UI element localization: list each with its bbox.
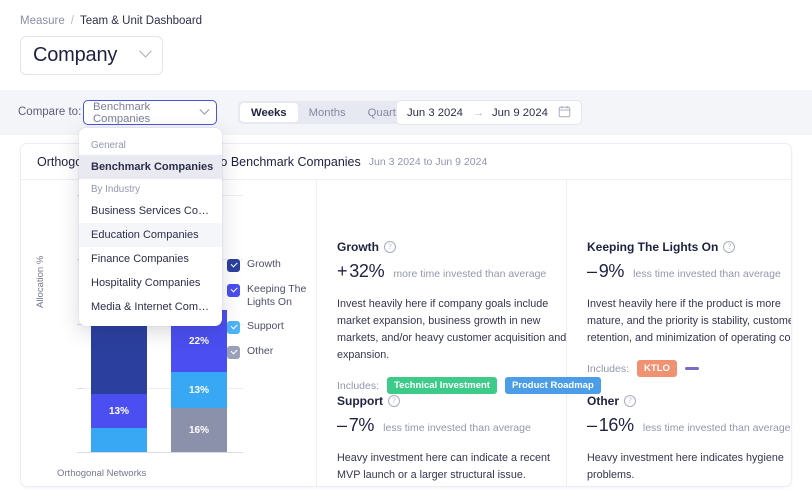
includes-label: Includes: xyxy=(587,362,630,375)
metric-comparison: less time invested than average xyxy=(642,422,791,434)
metric-value: +32% xyxy=(337,261,385,282)
metric-includes: Includes: KTLO xyxy=(587,360,791,377)
scope-select-value: Company xyxy=(33,44,118,66)
dropdown-item-benchmark-companies[interactable]: Benchmark Companies xyxy=(79,155,222,179)
metric-title: Other xyxy=(587,394,620,408)
metric-title-row: Keeping The Lights On ? xyxy=(587,240,791,254)
tag-technical-investment[interactable]: Technical Investment xyxy=(387,377,497,394)
metric-number: 32% xyxy=(349,261,385,281)
metric-description: Invest heavily here if the product is mo… xyxy=(587,298,792,344)
compare-to-dropdown-menu: General Benchmark Companies By Industry … xyxy=(79,128,222,326)
metric-sign: – xyxy=(587,261,597,281)
metric-description: Invest heavily here if company goals inc… xyxy=(337,298,567,361)
tag-truncated-dash[interactable] xyxy=(684,367,699,370)
dropdown-item-hospitality[interactable]: Hospitality Companies xyxy=(79,271,222,295)
metric-growth: Growth ? +32% more time invested than av… xyxy=(337,240,601,394)
metric-value: –9% xyxy=(587,261,624,282)
dashboard-page: Measure / Team & Unit Dashboard Company … xyxy=(0,0,812,503)
dropdown-item-finance[interactable]: Finance Companies xyxy=(79,247,222,271)
date-range-end[interactable]: Jun 9 2024 xyxy=(492,107,548,119)
dropdown-item-business-services[interactable]: Business Services Co… xyxy=(79,199,222,223)
compare-to-select[interactable]: Benchmark Companies xyxy=(83,100,217,125)
metric-title: Keeping The Lights On xyxy=(587,240,719,254)
breadcrumb-separator: / xyxy=(70,15,74,27)
metric-number: 16% xyxy=(598,415,634,435)
metric-sign: – xyxy=(337,415,347,435)
metric-comparison: more time invested than average xyxy=(393,268,547,280)
legend-item-support[interactable]: Support xyxy=(227,320,319,334)
date-range-picker[interactable]: Jun 3 2024 → Jun 9 2024 xyxy=(396,100,582,125)
metric-title-row: Growth ? xyxy=(337,240,601,254)
help-circle-icon[interactable]: ? xyxy=(624,395,637,407)
chart-y-axis-label: Allocation % xyxy=(35,255,46,308)
tag-product-roadmap[interactable]: Product Roadmap xyxy=(504,377,601,394)
metric-title: Support xyxy=(337,394,383,408)
help-circle-icon[interactable]: ? xyxy=(723,241,736,253)
metric-support: Support ? –7% less time invested than av… xyxy=(337,394,570,486)
legend-label: Growth xyxy=(247,258,281,270)
legend-item-other[interactable]: Other xyxy=(227,345,319,359)
includes-label: Includes: xyxy=(337,379,380,392)
metric-number: 9% xyxy=(598,261,625,281)
metric-title-row: Other ? xyxy=(587,394,791,408)
legend-label: Other xyxy=(247,345,274,357)
metric-title-row: Support ? xyxy=(337,394,570,408)
calendar-icon[interactable] xyxy=(558,105,571,121)
dropdown-item-media-internet[interactable]: Media & Internet Com… xyxy=(79,295,222,319)
metric-number: 7% xyxy=(348,415,375,435)
metric-stat: –7% less time invested than average xyxy=(337,415,570,436)
metric-description: Heavy investment here indicates hygiene … xyxy=(587,452,784,481)
card-subtitle: Jun 3 2024 to Jun 9 2024 xyxy=(368,155,488,168)
metric-sign: – xyxy=(587,415,597,435)
scope-select[interactable]: Company xyxy=(20,36,163,75)
metric-sign: + xyxy=(337,261,348,281)
legend-label: Support xyxy=(247,320,284,332)
metric-stat: –16% less time invested than average xyxy=(587,415,791,436)
legend-item-ktlo[interactable]: Keeping The Lights On xyxy=(227,283,319,309)
metric-other: Other ? –16% less time invested than ave… xyxy=(587,394,791,486)
metric-value: –7% xyxy=(337,415,374,436)
compare-to-label: Compare to: xyxy=(18,106,82,118)
metric-stat: –9% less time invested than average xyxy=(587,261,791,282)
bar-segment-support[interactable]: 13% xyxy=(171,372,227,408)
axis-tick xyxy=(77,388,83,389)
date-range-start[interactable]: Jun 3 2024 xyxy=(407,107,463,119)
legend-item-growth[interactable]: Growth xyxy=(227,258,319,272)
breadcrumb-parent[interactable]: Measure xyxy=(20,15,65,27)
checkbox-growth[interactable] xyxy=(227,259,240,272)
chart-x-tick-label: Orthogonal Networks xyxy=(57,468,147,479)
axis-baseline xyxy=(77,452,243,453)
help-circle-icon[interactable]: ? xyxy=(388,395,400,407)
tag-ktlo[interactable]: KTLO xyxy=(637,360,677,377)
breadcrumb-current: Team & Unit Dashboard xyxy=(79,15,203,27)
bar-benchmark[interactable]: 16% 13% 22% xyxy=(171,310,227,452)
metric-comparison: less time invested than average xyxy=(633,268,781,280)
chevron-down-icon xyxy=(139,44,152,58)
dropdown-item-education[interactable]: Education Companies xyxy=(79,223,222,247)
metric-ktlo: Keeping The Lights On ? –9% less time in… xyxy=(587,240,792,377)
legend-label: Keeping The Lights On xyxy=(247,283,307,308)
bar-segment-support[interactable] xyxy=(91,428,147,452)
date-range-arrow-icon: → xyxy=(473,106,484,119)
checkbox-support[interactable] xyxy=(227,321,240,334)
bar-segment-other[interactable]: 16% xyxy=(171,408,227,452)
metric-description: Heavy investment here can indicate a rec… xyxy=(337,452,551,481)
metric-includes: Includes: Technical Investment Product R… xyxy=(337,377,601,394)
page-header: Measure / Team & Unit Dashboard Company xyxy=(0,0,812,90)
metric-stat: +32% more time invested than average xyxy=(337,261,601,282)
metric-comparison: less time invested than average xyxy=(383,422,531,434)
compare-to-value: Benchmark Companies xyxy=(93,100,151,125)
checkbox-ktlo[interactable] xyxy=(227,284,240,297)
metric-value: –16% xyxy=(587,415,634,436)
bar-segment-ktlo[interactable]: 13% xyxy=(91,394,147,428)
checkbox-other[interactable] xyxy=(227,346,240,359)
chart-legend: Growth Keeping The Lights On Support Oth… xyxy=(227,258,319,370)
breadcrumb: Measure / Team & Unit Dashboard xyxy=(20,15,202,27)
granularity-weeks[interactable]: Weeks xyxy=(240,103,298,122)
help-circle-icon[interactable]: ? xyxy=(384,241,396,253)
dropdown-group-label-by-industry: By Industry xyxy=(91,184,141,195)
metric-title: Growth xyxy=(337,240,379,254)
dropdown-group-label-general: General xyxy=(91,140,126,151)
granularity-months[interactable]: Months xyxy=(298,103,357,122)
